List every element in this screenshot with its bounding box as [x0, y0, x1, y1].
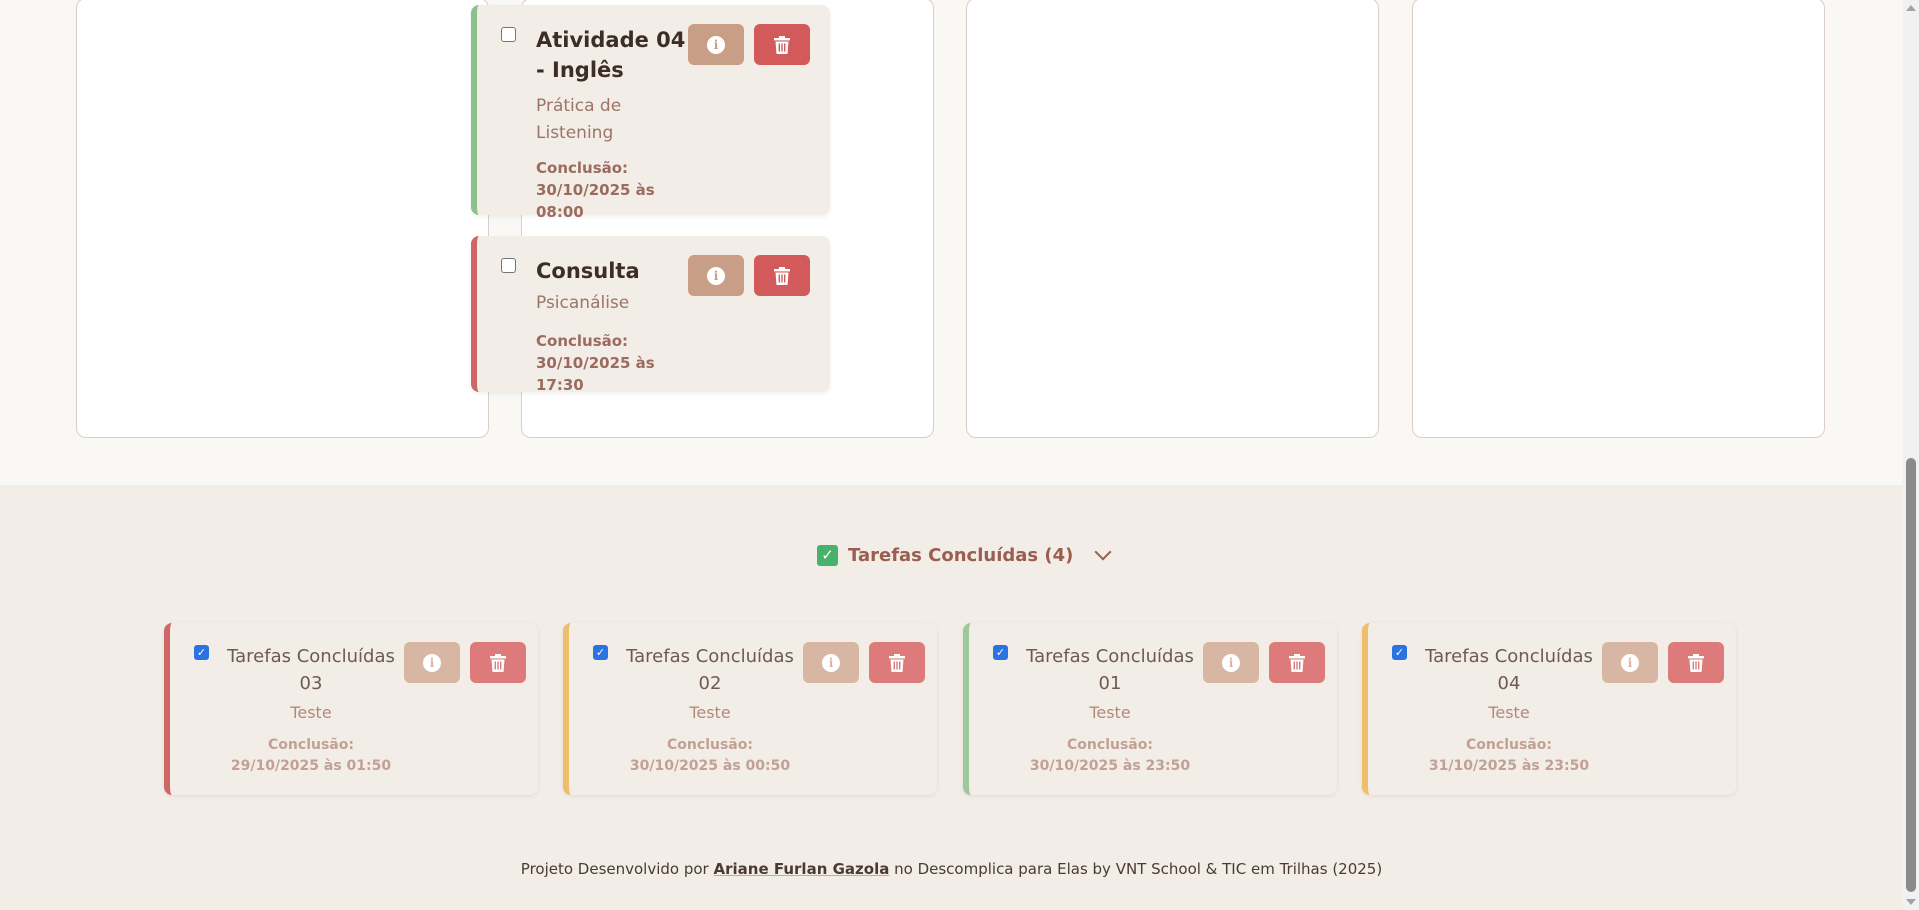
task-title: Consulta [536, 259, 640, 283]
task-description: Teste [290, 703, 332, 722]
completed-task-card: ✓ Tarefas Concluídas 03 Teste Conclusão:… [164, 623, 538, 795]
task-conclusion-date: Conclusão: 30/10/2025 às 23:50 [1029, 737, 1191, 774]
vertical-scrollbar[interactable] [1903, 0, 1919, 910]
info-button[interactable]: i [803, 642, 859, 683]
completed-heading: Tarefas Concluídas (4) [848, 544, 1074, 566]
author-link[interactable]: Ariane Furlan Gazola [714, 860, 890, 878]
trash-icon [490, 653, 506, 672]
scroll-up-arrow-icon[interactable] [1906, 5, 1916, 11]
trash-icon [889, 653, 905, 672]
delete-button[interactable] [1668, 642, 1724, 683]
board-column-1 [76, 0, 489, 438]
task-conclusion-date: Conclusão: 31/10/2025 às 23:50 [1428, 737, 1590, 774]
completed-task-card: ✓ Tarefas Concluídas 01 Teste Conclusão:… [963, 623, 1337, 795]
trash-icon [1289, 653, 1305, 672]
task-description: Teste [689, 703, 731, 722]
info-button[interactable]: i [404, 642, 460, 683]
scrollbar-thumb[interactable] [1906, 458, 1916, 892]
task-checkbox-checked[interactable]: ✓ [194, 645, 209, 660]
trash-icon [774, 266, 790, 285]
task-checkbox-checked[interactable]: ✓ [1392, 645, 1407, 660]
info-icon: i [1621, 653, 1639, 672]
delete-button[interactable] [470, 642, 526, 683]
info-icon: i [707, 35, 725, 54]
task-description: Teste [1089, 703, 1131, 722]
task-title: Tarefas Concluídas 02 [626, 646, 794, 694]
task-checkbox[interactable] [501, 27, 516, 42]
check-mark-icon: ✓ [817, 544, 838, 566]
footer: Projeto Desenvolvido por Ariane Furlan G… [0, 860, 1903, 878]
task-checkbox-checked[interactable]: ✓ [993, 645, 1008, 660]
info-button[interactable]: i [1602, 642, 1658, 683]
task-conclusion-date: Conclusão: 30/10/2025 às 00:50 [629, 737, 791, 774]
info-icon: i [423, 653, 441, 672]
task-conclusion-date: Conclusão: 30/10/2025 às 08:00 [536, 159, 655, 221]
task-title: Tarefas Concluídas 04 [1425, 646, 1593, 694]
delete-button[interactable] [869, 642, 925, 683]
task-title: Tarefas Concluídas 03 [227, 646, 395, 694]
footer-suffix: no Descomplica para Elas by VNT School &… [894, 860, 1383, 878]
trash-icon [1688, 653, 1704, 672]
task-card: Consulta Psicanálise Conclusão: 30/10/20… [471, 236, 830, 394]
info-icon: i [1222, 653, 1240, 672]
task-description: Psicanálise [536, 293, 630, 313]
info-icon: i [822, 653, 840, 672]
delete-button[interactable] [1269, 642, 1325, 683]
completed-toggle[interactable]: ✓ Tarefas Concluídas (4) [817, 543, 1112, 567]
board-column-3 [966, 0, 1379, 438]
task-conclusion-date: Conclusão: 29/10/2025 às 01:50 [230, 737, 392, 774]
info-button[interactable]: i [1203, 642, 1259, 683]
info-button[interactable]: i [688, 24, 744, 65]
scroll-down-arrow-icon[interactable] [1906, 899, 1916, 905]
info-button[interactable]: i [688, 255, 744, 296]
task-description: Teste [1488, 703, 1530, 722]
info-icon: i [707, 266, 725, 285]
task-description: Prática de Listening [536, 96, 622, 143]
task-card: Atividade 04 - Inglês Prática de Listeni… [471, 5, 830, 221]
task-checkbox[interactable] [501, 258, 516, 273]
delete-button[interactable] [754, 24, 810, 65]
chevron-down-icon [1094, 543, 1112, 561]
completed-task-card: ✓ Tarefas Concluídas 02 Teste Conclusão:… [563, 623, 937, 795]
task-title: Atividade 04 - Inglês [536, 28, 686, 82]
kanban-board [76, 0, 1826, 438]
task-checkbox-checked[interactable]: ✓ [593, 645, 608, 660]
footer-prefix: Projeto Desenvolvido por [520, 860, 709, 878]
delete-button[interactable] [754, 255, 810, 296]
task-title: Tarefas Concluídas 01 [1026, 646, 1194, 694]
completed-section: ✓ Tarefas Concluídas (4) ✓ Tarefas Concl… [0, 485, 1903, 910]
task-conclusion-date: Conclusão: 30/10/2025 às 17:30 [536, 332, 655, 394]
trash-icon [774, 35, 790, 54]
completed-task-card: ✓ Tarefas Concluídas 04 Teste Conclusão:… [1362, 623, 1736, 795]
board-column-4 [1412, 0, 1825, 438]
